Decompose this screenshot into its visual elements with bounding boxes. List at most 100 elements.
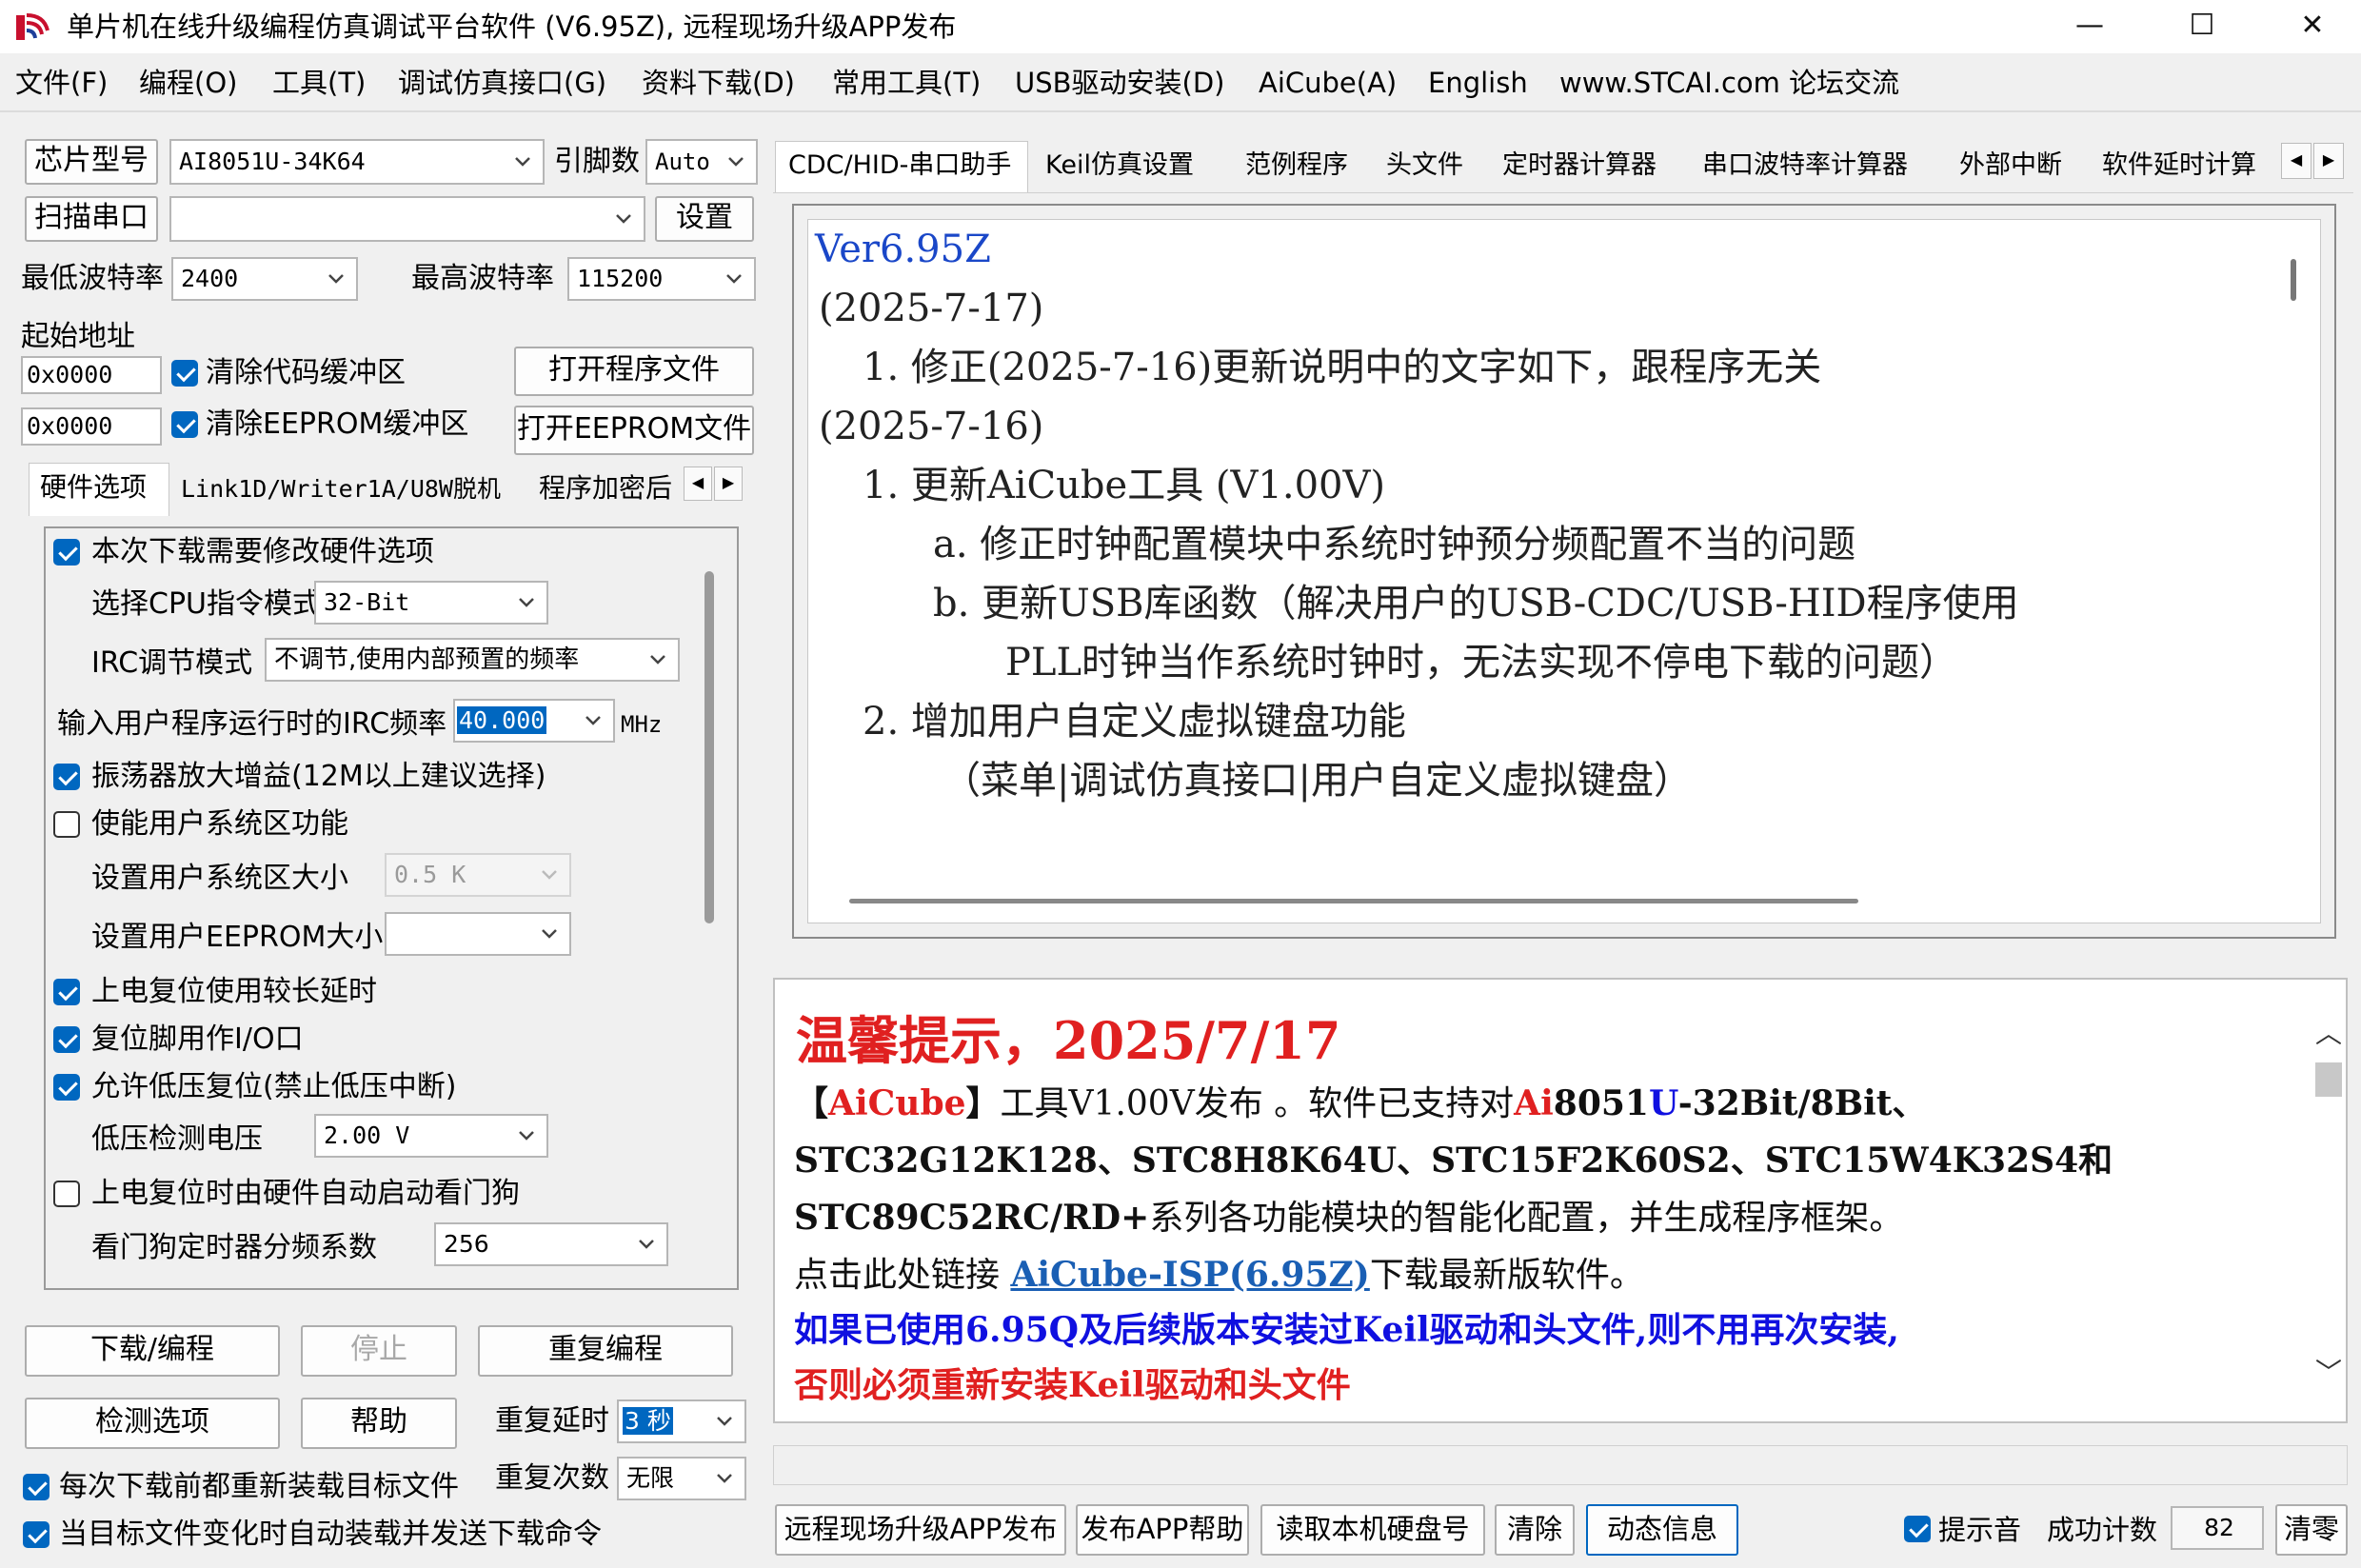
repeat-delay-select[interactable]: 3 秒 (617, 1399, 746, 1443)
wdt-prescaler-select[interactable]: 256 (434, 1222, 668, 1266)
hw-watchdog-checkbox[interactable] (53, 1181, 80, 1207)
clear-code-buffer-checkbox[interactable] (171, 360, 198, 387)
max-baud-select[interactable]: 115200 (567, 257, 756, 301)
tab-keil-sim[interactable]: Keil仿真设置 (1045, 145, 1194, 187)
clear-eeprom-buffer-label: 清除EEPROM缓冲区 (206, 407, 469, 441)
right-tab-scroll-right-icon[interactable]: ▶ (2313, 143, 2344, 179)
minimize-button[interactable]: — (2034, 0, 2146, 53)
min-baud-label: 最低波特率 (21, 262, 164, 295)
repeat-count-select[interactable]: 无限 (617, 1457, 746, 1500)
tab-hardware-options[interactable]: 硬件选项 (40, 466, 147, 508)
download-program-button[interactable]: 下载/编程 (25, 1325, 280, 1377)
auto-load-send-checkbox[interactable] (23, 1521, 50, 1548)
reload-before-download-checkbox[interactable] (23, 1474, 50, 1500)
notes-line: 1. 修正(2025-7-16)更新说明中的文字如下，跟程序无关 (863, 346, 1822, 389)
modify-hardware-options-checkbox[interactable] (53, 539, 80, 566)
menu-tools[interactable]: 工具(T) (272, 63, 366, 103)
cpu-mode-select[interactable]: 32-Bit (314, 581, 548, 625)
tab-baud-calc[interactable]: 串口波特率计算器 (1702, 145, 1908, 187)
chip-model-select[interactable]: AI8051U-34K64 (169, 139, 545, 185)
stop-button[interactable]: 停止 (301, 1325, 457, 1377)
read-disk-id-button[interactable]: 读取本机硬盘号 (1260, 1504, 1485, 1556)
tips-text: 工具V1.00V发布 。软件已支持对 (1000, 1084, 1515, 1123)
osc-gain-checkbox[interactable] (53, 764, 80, 790)
tab-ext-interrupt[interactable]: 外部中断 (1959, 145, 2062, 187)
maximize-button[interactable]: ☐ (2146, 0, 2258, 53)
irc-frequency-value[interactable]: 40.000 (457, 706, 547, 734)
low-voltage-reset-checkbox[interactable] (53, 1074, 80, 1101)
hw-panel-scrollbar-thumb[interactable] (704, 571, 714, 923)
help-button[interactable]: 帮助 (301, 1398, 457, 1449)
chevron-down-icon (519, 598, 534, 607)
long-reset-delay-checkbox[interactable] (53, 979, 80, 1005)
menu-download[interactable]: 资料下载(D) (642, 63, 795, 103)
tab-scroll-left-icon[interactable]: ◀ (684, 466, 712, 501)
repeat-count-label: 重复次数 (495, 1461, 609, 1495)
tips-scroll-up-icon[interactable]: ︿ (2310, 1013, 2348, 1049)
notes-line: (2025-7-17) (819, 287, 1044, 330)
irc-frequency-select[interactable]: 40.000 (453, 699, 615, 743)
tips-scroll-down-icon[interactable]: ﹀ (2310, 1352, 2348, 1388)
menu-common-tools[interactable]: 常用工具(T) (832, 63, 981, 103)
pin-count-value: Auto (655, 149, 710, 175)
user-system-area-checkbox[interactable] (53, 811, 80, 838)
aicube-isp-download-link[interactable]: AiCube-ISP(6.95Z) (1010, 1255, 1369, 1295)
settings-button[interactable]: 设置 (655, 196, 754, 242)
osc-gain-label: 振荡器放大增益(12M以上建议选择) (91, 760, 546, 793)
publish-app-help-button[interactable]: 发布APP帮助 (1076, 1504, 1249, 1556)
menu-usb-driver[interactable]: USB驱动安装(D) (1015, 63, 1225, 103)
reset-count-button[interactable]: 清零 (2275, 1504, 2348, 1556)
notes-line: 1. 更新AiCube工具 (V1.00V) (863, 464, 1385, 507)
tab-examples[interactable]: 范例程序 (1245, 145, 1348, 187)
menu-website[interactable]: www.STCAI.com 论坛交流 (1559, 63, 1899, 103)
right-tab-scroll-left-icon[interactable]: ◀ (2281, 143, 2311, 179)
tab-delay-calc[interactable]: 软件延时计算 (2102, 145, 2277, 187)
menu-program[interactable]: 编程(O) (139, 63, 237, 103)
chip-model-button[interactable]: 芯片型号 (25, 139, 158, 185)
tab-header-files[interactable]: 头文件 (1386, 145, 1463, 187)
notes-hscroll-thumb[interactable] (849, 899, 1858, 903)
tab-program-encrypt[interactable]: 程序加密后 (539, 468, 682, 508)
notes-line: b. 更新USB库函数（解决用户的USB-CDC/USB-HID程序使用 (933, 582, 2019, 625)
tips-line-6: 否则必须重新安装Keil驱动和头文件 (794, 1365, 1351, 1405)
user-eeprom-size-select[interactable]: 1 K (385, 912, 571, 956)
notes-vscroll-thumb[interactable] (2291, 259, 2296, 301)
pin-count-select[interactable]: Auto (645, 139, 758, 185)
user-system-size-select[interactable]: 0.5 K (385, 853, 571, 897)
reset-pin-io-checkbox[interactable] (53, 1026, 80, 1053)
menu-file[interactable]: 文件(F) (15, 63, 108, 103)
menu-english[interactable]: English (1428, 63, 1528, 103)
repeat-program-button[interactable]: 重复编程 (478, 1325, 733, 1377)
tips-scroll-thumb[interactable] (2315, 1062, 2342, 1097)
dynamic-info-button[interactable]: 动态信息 (1586, 1504, 1738, 1556)
open-eeprom-file-button[interactable]: 打开EEPROM文件 (514, 406, 754, 455)
menu-aicube[interactable]: AiCube(A) (1259, 63, 1397, 103)
tab-cdc-hid-serial[interactable]: CDC/HID-串口助手 (788, 145, 1011, 187)
code-start-address-field[interactable]: 0x0000 (21, 356, 162, 394)
hw-watchdog-label: 上电复位时由硬件自动启动看门狗 (91, 1177, 520, 1210)
tab-timer-calc[interactable]: 定时器计算器 (1502, 145, 1657, 187)
eeprom-start-address-field[interactable]: 0x0000 (21, 407, 162, 446)
chevron-down-icon (650, 655, 665, 665)
clear-code-buffer-label: 清除代码缓冲区 (206, 356, 406, 389)
detect-options-button[interactable]: 检测选项 (25, 1398, 280, 1449)
min-baud-select[interactable]: 2400 (171, 257, 358, 301)
scan-port-button[interactable]: 扫描串口 (25, 196, 158, 242)
status-strip (773, 1445, 2348, 1485)
chevron-down-icon (728, 157, 744, 167)
serial-port-select[interactable] (169, 196, 645, 242)
tips-line-3: STC89C52RC/RD+系列各功能模块的智能化配置，并生成程序框架。 (794, 1194, 1903, 1242)
irc-mode-select[interactable]: 不调节,使用内部预置的频率 (265, 638, 680, 682)
menu-debug[interactable]: 调试仿真接口(G) (398, 63, 606, 103)
clear-button[interactable]: 清除 (1495, 1504, 1575, 1556)
close-button[interactable]: ✕ (2256, 0, 2361, 53)
remote-upgrade-publish-button[interactable]: 远程现场升级APP发布 (775, 1504, 1066, 1556)
lvd-voltage-select[interactable]: 2.00 V (314, 1114, 548, 1158)
open-program-file-button[interactable]: 打开程序文件 (514, 347, 754, 396)
tips-model: STC89C52RC/RD+ (794, 1198, 1150, 1238)
tab-scroll-right-icon[interactable]: ▶ (714, 466, 743, 501)
beep-checkbox[interactable] (1904, 1516, 1931, 1542)
tab-offline-programmer[interactable]: Link1D/Writer1A/U8W脱机 (181, 470, 501, 508)
clear-eeprom-buffer-checkbox[interactable] (171, 411, 198, 438)
tips-line-1: 【AiCube】工具V1.00V发布 。软件已支持对Ai8051U-32Bit/… (794, 1080, 1926, 1128)
